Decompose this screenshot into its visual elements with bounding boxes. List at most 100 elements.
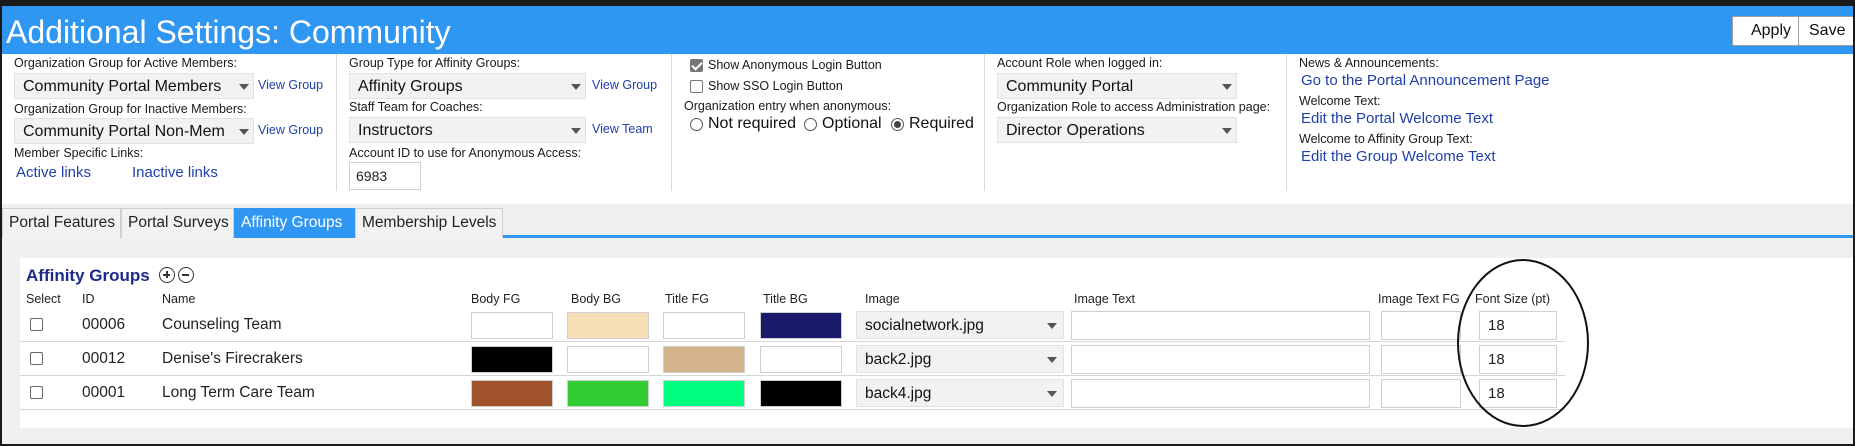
show-anonymous-checkbox[interactable] (690, 59, 703, 72)
image-text-input[interactable] (1071, 379, 1370, 408)
body-bg-swatch[interactable] (567, 380, 649, 407)
radio-optional[interactable] (804, 118, 817, 131)
view-team-link[interactable]: View Team (592, 122, 653, 136)
font-size-input[interactable]: 18 (1479, 345, 1557, 374)
group-type-label: Group Type for Affinity Groups: (349, 56, 521, 70)
table-row: 00006 Counseling Team socialnetwork.jpg … (20, 308, 1565, 342)
image-select[interactable]: socialnetwork.jpg (856, 311, 1064, 339)
news-link[interactable]: Go to the Portal Announcement Page (1301, 72, 1550, 89)
image-value: back4.jpg (865, 385, 932, 402)
inactive-links-link[interactable]: Inactive links (132, 164, 218, 181)
chevron-down-icon (239, 129, 249, 135)
chevron-down-icon (239, 84, 249, 90)
row-select-checkbox[interactable] (30, 386, 43, 399)
row-select-checkbox[interactable] (30, 352, 43, 365)
body-fg-swatch[interactable] (471, 380, 553, 407)
radio-not-required[interactable] (690, 118, 703, 131)
image-select[interactable]: back4.jpg (856, 379, 1064, 407)
add-row-icon[interactable] (159, 267, 175, 283)
row-id: 00012 (82, 350, 126, 367)
title-bg-swatch[interactable] (760, 346, 842, 373)
col-header-image-text: Image Text (1074, 292, 1135, 306)
account-role-select[interactable]: Community Portal (997, 73, 1237, 99)
font-size-input[interactable]: 18 (1479, 311, 1557, 340)
chevron-down-icon (1047, 357, 1057, 363)
table-row: 00012 Denise's Firecrakers back2.jpg 18 (20, 342, 1565, 376)
title-bg-swatch[interactable] (760, 380, 842, 407)
account-id-input[interactable]: 6983 (349, 162, 421, 190)
welcome-link[interactable]: Edit the Portal Welcome Text (1301, 110, 1493, 127)
title-bg-swatch[interactable] (760, 312, 842, 339)
radio-required[interactable] (891, 118, 904, 131)
org-entry-label: Organization entry when anonymous: (684, 99, 892, 113)
affinity-welcome-link[interactable]: Edit the Group Welcome Text (1301, 148, 1496, 165)
row-name: Denise's Firecrakers (162, 350, 303, 367)
settings-column-roles: Account Role when logged in: Community P… (985, 54, 1287, 191)
group-type-select[interactable]: Affinity Groups (349, 73, 586, 99)
image-text-fg-swatch[interactable] (1381, 345, 1461, 374)
col-header-image: Image (865, 292, 900, 306)
settings-column-content: News & Announcements: Go to the Portal A… (1287, 54, 1853, 191)
chevron-down-icon (571, 128, 581, 134)
image-text-input[interactable] (1071, 311, 1370, 340)
member-links-label: Member Specific Links: (14, 146, 144, 160)
view-group-link-inactive[interactable]: View Group (258, 123, 323, 137)
title-fg-swatch[interactable] (663, 380, 745, 407)
admin-role-label: Organization Role to access Administrati… (997, 100, 1271, 114)
admin-role-value: Director Operations (1006, 122, 1145, 139)
inactive-members-select[interactable]: Community Portal Non-Mem (14, 118, 254, 144)
active-members-select[interactable]: Community Portal Members (14, 73, 254, 99)
row-select-checkbox[interactable] (30, 318, 43, 331)
row-id: 00001 (82, 384, 126, 401)
save-button[interactable]: Save (1798, 16, 1853, 46)
view-group-link-active[interactable]: View Group (258, 78, 323, 92)
account-role-value: Community Portal (1006, 78, 1134, 95)
tab-membership-levels[interactable]: Membership Levels (355, 208, 503, 238)
col-header-id: ID (82, 292, 95, 306)
title-fg-swatch[interactable] (663, 312, 745, 339)
row-name: Long Term Care Team (162, 384, 315, 401)
account-id-label: Account ID to use for Anonymous Access: (349, 146, 582, 160)
active-links-link[interactable]: Active links (16, 164, 91, 181)
chevron-down-icon (1222, 128, 1232, 134)
staff-team-label: Staff Team for Coaches: (349, 100, 483, 114)
font-size-input[interactable]: 18 (1479, 379, 1557, 408)
image-text-fg-swatch[interactable] (1381, 379, 1461, 408)
settings-column-teams: Group Type for Affinity Groups: Affinity… (337, 54, 672, 191)
remove-row-icon[interactable] (178, 267, 194, 283)
radio-optional-label: Optional (822, 115, 882, 132)
tab-portal-features[interactable]: Portal Features (2, 208, 121, 238)
body-bg-swatch[interactable] (567, 346, 649, 373)
chevron-down-icon (1047, 391, 1057, 397)
col-header-name: Name (162, 292, 196, 306)
show-anonymous-label: Show Anonymous Login Button (708, 58, 882, 72)
radio-not-required-label: Not required (708, 115, 797, 132)
body-fg-swatch[interactable] (471, 312, 553, 339)
chevron-down-icon (1222, 84, 1232, 90)
admin-role-select[interactable]: Director Operations (997, 117, 1237, 143)
body-fg-swatch[interactable] (471, 346, 553, 373)
title-fg-swatch[interactable] (663, 346, 745, 373)
staff-team-select[interactable]: Instructors (349, 117, 586, 143)
tab-bar: Portal Features Portal Surveys Affinity … (2, 206, 1853, 238)
col-header-title-fg: Title FG (665, 292, 709, 306)
col-header-title-bg: Title BG (763, 292, 808, 306)
row-id: 00006 (82, 316, 126, 333)
view-group-link-type[interactable]: View Group (592, 78, 657, 92)
staff-team-value: Instructors (358, 122, 433, 139)
image-text-fg-swatch[interactable] (1381, 311, 1461, 340)
affinity-groups-panel: Affinity Groups Select ID Name Body FG B… (20, 258, 1853, 428)
image-select[interactable]: back2.jpg (856, 345, 1064, 373)
welcome-label: Welcome Text: (1299, 94, 1381, 108)
show-sso-checkbox[interactable] (690, 80, 703, 93)
inactive-members-value: Community Portal Non-Mem (23, 123, 225, 140)
col-header-select: Select (26, 292, 61, 306)
radio-required-label: Required (909, 115, 974, 132)
tab-portal-surveys[interactable]: Portal Surveys (121, 208, 234, 238)
body-bg-swatch[interactable] (567, 312, 649, 339)
tab-affinity-groups[interactable]: Affinity Groups (234, 208, 355, 238)
settings-column-login: Show Anonymous Login Button Show SSO Log… (672, 54, 985, 191)
settings-panel: Organization Group for Active Members: C… (2, 54, 1853, 204)
image-text-input[interactable] (1071, 345, 1370, 374)
chevron-down-icon (1047, 323, 1057, 329)
